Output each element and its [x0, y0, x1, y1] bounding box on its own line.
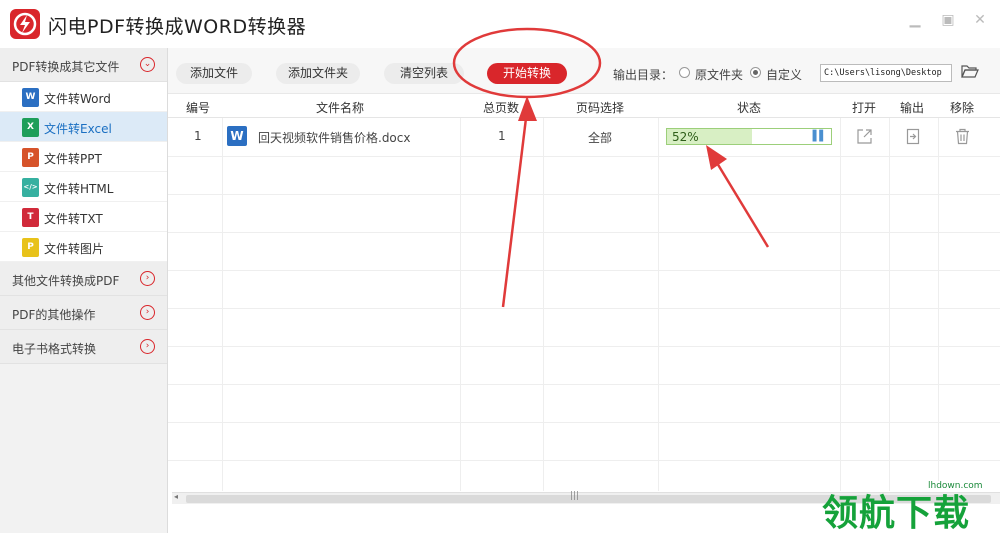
- output-button[interactable]: [906, 128, 920, 148]
- folder-open-icon: [961, 65, 979, 78]
- html-file-icon: </>: [22, 178, 39, 197]
- radio-original-folder[interactable]: [679, 67, 690, 78]
- app-logo: [10, 9, 40, 39]
- sidebar-item-label: 文件转PPT: [44, 152, 102, 166]
- sidebar-item-label: 文件转Word: [44, 92, 111, 106]
- close-button[interactable]: ✕: [972, 12, 988, 28]
- sidebar-item-to-txt[interactable]: T 文件转TXT: [0, 202, 167, 232]
- add-folder-button[interactable]: 添加文件夹: [276, 63, 360, 84]
- minimize-button[interactable]: ▁: [907, 12, 923, 28]
- chevron-right-icon[interactable]: ›: [140, 305, 155, 320]
- radio-original-label: 原文件夹: [695, 68, 744, 82]
- header-range: 页码选择: [576, 101, 625, 115]
- output-dir-label: 输出目录：: [613, 68, 674, 82]
- category-label: 电子书格式转换: [12, 342, 97, 356]
- txt-file-icon: T: [22, 208, 39, 227]
- header-output: 输出: [900, 101, 925, 115]
- word-file-icon: W: [227, 126, 247, 146]
- word-file-icon: W: [22, 88, 39, 107]
- open-file-button[interactable]: [856, 128, 873, 148]
- sidebar-item-to-ppt[interactable]: P 文件转PPT: [0, 142, 167, 172]
- category-other-to-pdf[interactable]: 其他文件转换成PDF ›: [0, 262, 167, 296]
- progress-text: 52%: [672, 130, 699, 144]
- excel-file-icon: X: [22, 118, 39, 137]
- add-file-button[interactable]: 添加文件: [176, 63, 252, 84]
- header-name: 文件名称: [316, 101, 365, 115]
- image-file-icon: P: [22, 238, 39, 257]
- progress-bar: 52% ▌▌: [666, 128, 832, 145]
- start-convert-button[interactable]: 开始转换: [487, 63, 567, 84]
- page-range[interactable]: 全部: [588, 129, 612, 146]
- radio-custom[interactable]: [750, 67, 761, 78]
- category-pdf-to-other[interactable]: PDF转换成其它文件 ⌄: [0, 48, 167, 82]
- minimize-icon: ▁: [909, 12, 921, 28]
- trash-icon: [956, 128, 969, 145]
- header-remove: 移除: [950, 101, 975, 115]
- header-num: 编号: [186, 101, 211, 115]
- header-status: 状态: [737, 101, 762, 115]
- title-bar: 闪电PDF转换成WORD转换器 ▁ ▣ ✕: [0, 0, 1000, 48]
- scroll-grip-icon: |||: [570, 491, 580, 501]
- clear-list-button[interactable]: 清空列表: [384, 63, 464, 84]
- sidebar: PDF转换成其它文件 ⌄ W 文件转Word X 文件转Excel P 文件转P…: [0, 48, 168, 533]
- app-title: 闪电PDF转换成WORD转换器: [48, 16, 307, 38]
- sidebar-item-to-word[interactable]: W 文件转Word: [0, 82, 167, 112]
- maximize-button[interactable]: ▣: [940, 12, 956, 28]
- table-row[interactable]: 1 W 回天视频软件销售价格.docx 1 全部 52% ▌▌: [168, 118, 1000, 156]
- category-pdf-other-ops[interactable]: PDF的其他操作 ›: [0, 296, 167, 330]
- output-path-input[interactable]: [820, 64, 952, 82]
- folder-open-button[interactable]: [961, 64, 979, 82]
- header-pages: 总页数: [483, 101, 520, 115]
- radio-custom-label: 自定义: [766, 68, 803, 82]
- sidebar-item-label: 文件转图片: [44, 242, 105, 256]
- row-num: 1: [194, 129, 202, 143]
- watermark-logo: 领航下载: [822, 493, 971, 533]
- sidebar-item-to-excel[interactable]: X 文件转Excel: [0, 112, 167, 142]
- remove-button[interactable]: [955, 128, 970, 148]
- pause-icon[interactable]: ▌▌: [813, 131, 827, 142]
- main-panel: 添加文件 添加文件夹 清空列表 开始转换 输出目录： 原文件夹 自定义 编号 文…: [168, 48, 1000, 533]
- watermark: lhdown.com 领航下载: [818, 470, 1000, 533]
- sidebar-item-label: 文件转TXT: [44, 212, 103, 226]
- sidebar-item-label: 文件转HTML: [44, 182, 114, 196]
- sidebar-item-to-image[interactable]: P 文件转图片: [0, 232, 167, 262]
- scroll-left-icon[interactable]: ◂: [174, 492, 178, 501]
- lightning-icon: [13, 12, 37, 36]
- toolbar: 添加文件 添加文件夹 清空列表 开始转换 输出目录： 原文件夹 自定义: [168, 48, 1000, 94]
- maximize-icon: ▣: [941, 12, 955, 28]
- close-icon: ✕: [974, 12, 986, 28]
- export-icon: [906, 128, 920, 145]
- category-ebook-convert[interactable]: 电子书格式转换 ›: [0, 330, 167, 364]
- external-link-icon: [857, 129, 872, 144]
- sidebar-item-to-html[interactable]: </> 文件转HTML: [0, 172, 167, 202]
- category-label: PDF转换成其它文件: [12, 60, 120, 74]
- ppt-file-icon: P: [22, 148, 39, 167]
- chevron-down-icon[interactable]: ⌄: [140, 57, 155, 72]
- sidebar-item-label: 文件转Excel: [44, 122, 112, 136]
- category-label: 其他文件转换成PDF: [12, 274, 120, 288]
- table-header: 编号 文件名称 总页数 页码选择 状态 打开 输出 移除: [168, 94, 1000, 118]
- total-pages: 1: [498, 129, 506, 143]
- file-table: 1 W 回天视频软件销售价格.docx 1 全部 52% ▌▌: [168, 118, 1000, 491]
- category-label: PDF的其他操作: [12, 308, 96, 322]
- header-open: 打开: [852, 101, 877, 115]
- file-name: 回天视频软件销售价格.docx: [258, 131, 411, 145]
- chevron-right-icon[interactable]: ›: [140, 271, 155, 286]
- chevron-right-icon[interactable]: ›: [140, 339, 155, 354]
